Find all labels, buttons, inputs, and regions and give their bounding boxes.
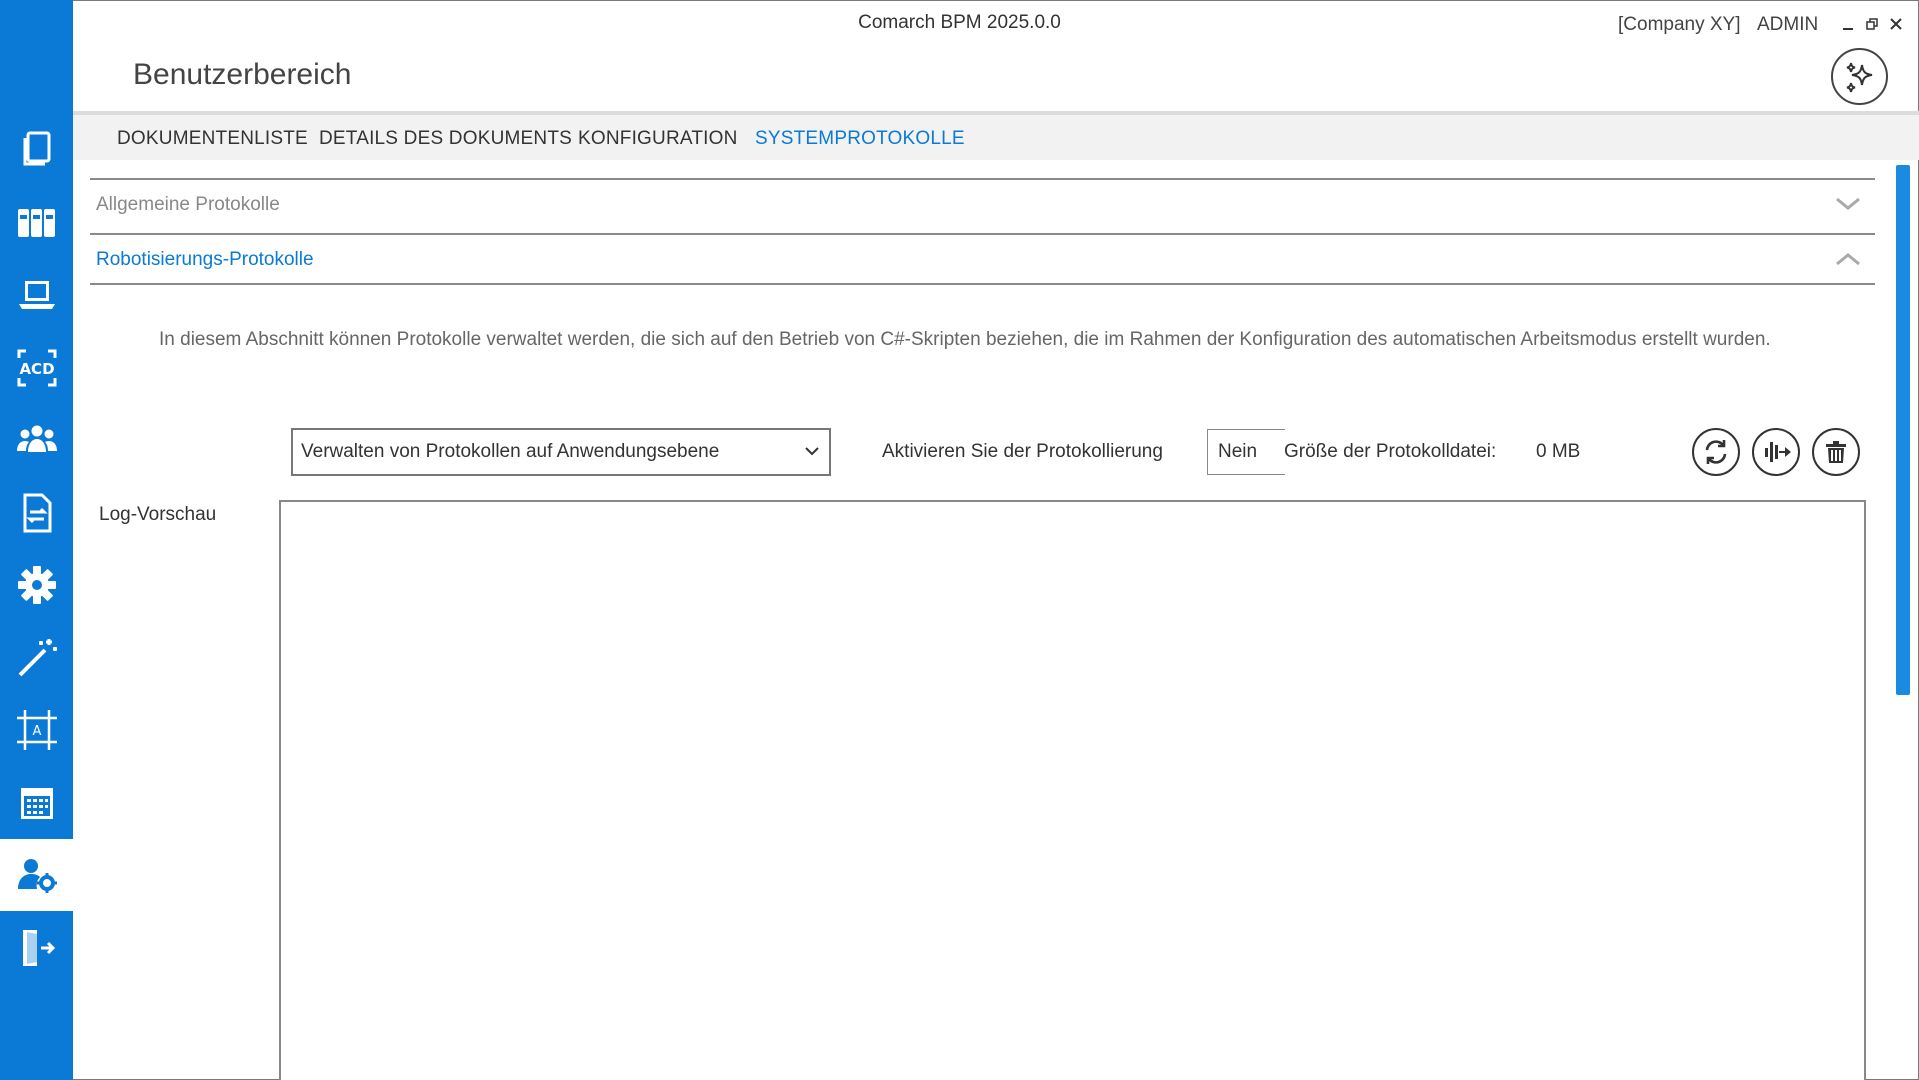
gear-icon xyxy=(17,566,56,604)
tab-details-des-dokuments[interactable]: DETAILS DES DOKUMENTS xyxy=(319,128,572,150)
refresh-button[interactable] xyxy=(1692,428,1740,476)
section-description: In diesem Abschnitt können Protokolle ve… xyxy=(159,329,1771,350)
users-group-icon xyxy=(16,425,57,452)
accordion-general-logs[interactable]: Allgemeine Protokolle xyxy=(90,178,1875,233)
scrollbar[interactable] xyxy=(1896,165,1910,695)
sidebar-item-calendar[interactable] xyxy=(0,767,73,839)
assistant-button[interactable] xyxy=(1831,48,1888,105)
tab-systemprotokolle[interactable]: SYSTEMPROTOKOLLE xyxy=(755,128,965,150)
accordion-general-label: Allgemeine Protokolle xyxy=(96,194,280,215)
company-name[interactable]: [Company XY] xyxy=(1618,14,1741,36)
sidebar-item-settings[interactable] xyxy=(0,549,73,621)
tab-dokumentenliste[interactable]: DOKUMENTENLISTE xyxy=(117,128,308,150)
magic-wand-icon xyxy=(18,639,57,677)
log-preview-label: Log-Vorschau xyxy=(99,504,217,525)
laptop-icon xyxy=(18,281,55,309)
sidebar-item-designer[interactable]: A xyxy=(0,694,73,766)
chevron-down-icon xyxy=(805,447,819,456)
sidebar-item-logout[interactable] xyxy=(0,912,73,984)
log-level-select[interactable]: Verwalten von Protokollen auf Anwendungs… xyxy=(291,428,831,476)
accordion-robot-logs[interactable]: Robotisierungs-Protokolle xyxy=(90,233,1875,288)
sidebar-item-user-settings[interactable] xyxy=(0,839,73,911)
sidebar-item-documents[interactable] xyxy=(0,113,73,185)
chevron-down-icon xyxy=(1836,197,1860,210)
enable-logging-toggle[interactable]: Nein xyxy=(1207,429,1285,475)
enable-logging-value: Nein xyxy=(1218,441,1258,462)
log-preview-area[interactable] xyxy=(279,500,1866,1080)
tab-konfiguration[interactable]: KONFIGURATION xyxy=(578,128,738,150)
log-export-icon xyxy=(1765,442,1791,462)
restore-button[interactable] xyxy=(1864,16,1880,32)
sidebar-item-acd[interactable]: ACD xyxy=(0,332,73,404)
close-icon xyxy=(1890,18,1902,30)
calendar-icon xyxy=(20,788,53,819)
user-name[interactable]: ADMIN xyxy=(1757,14,1818,36)
sidebar-item-users[interactable] xyxy=(0,404,73,476)
documents-icon xyxy=(23,131,50,166)
sidebar: ACD A xyxy=(0,0,73,1080)
export-log-button[interactable] xyxy=(1752,428,1800,476)
design-frame-icon: A xyxy=(16,710,57,750)
sidebar-item-wizard[interactable] xyxy=(0,621,73,693)
close-button[interactable] xyxy=(1888,16,1904,32)
page-title: Benutzerbereich xyxy=(133,58,352,91)
sparkles-icon xyxy=(1846,62,1872,92)
minimize-button[interactable] xyxy=(1840,16,1856,32)
acd-icon: ACD xyxy=(17,349,56,387)
svg-text:A: A xyxy=(32,724,41,739)
user-settings-icon xyxy=(17,859,57,893)
log-size-value: 0 MB xyxy=(1536,441,1581,462)
trash-icon xyxy=(1826,441,1846,463)
tab-bar: DOKUMENTENLISTE DETAILS DES DOKUMENTS KO… xyxy=(73,111,1919,160)
log-level-select-value: Verwalten von Protokollen auf Anwendungs… xyxy=(301,441,720,462)
svg-text:ACD: ACD xyxy=(19,360,54,378)
accordion-robot-label: Robotisierungs-Protokolle xyxy=(96,249,314,270)
log-size-label: Größe der Protokolldatei: xyxy=(1284,441,1497,462)
sidebar-item-laptop[interactable] xyxy=(0,259,73,331)
binders-icon xyxy=(17,209,55,237)
minimize-icon xyxy=(1843,28,1853,30)
enable-logging-label: Aktivieren Sie der Protokollierung xyxy=(882,441,1163,462)
delete-log-button[interactable] xyxy=(1812,428,1860,476)
logout-door-icon xyxy=(22,930,55,966)
accordion-divider xyxy=(90,283,1875,285)
sidebar-item-binders[interactable] xyxy=(0,187,73,259)
chevron-up-icon xyxy=(1836,253,1860,266)
refresh-icon xyxy=(1705,440,1727,464)
sidebar-item-document-sync[interactable] xyxy=(0,477,73,549)
restore-icon xyxy=(1866,18,1878,30)
document-sync-icon xyxy=(23,493,51,533)
